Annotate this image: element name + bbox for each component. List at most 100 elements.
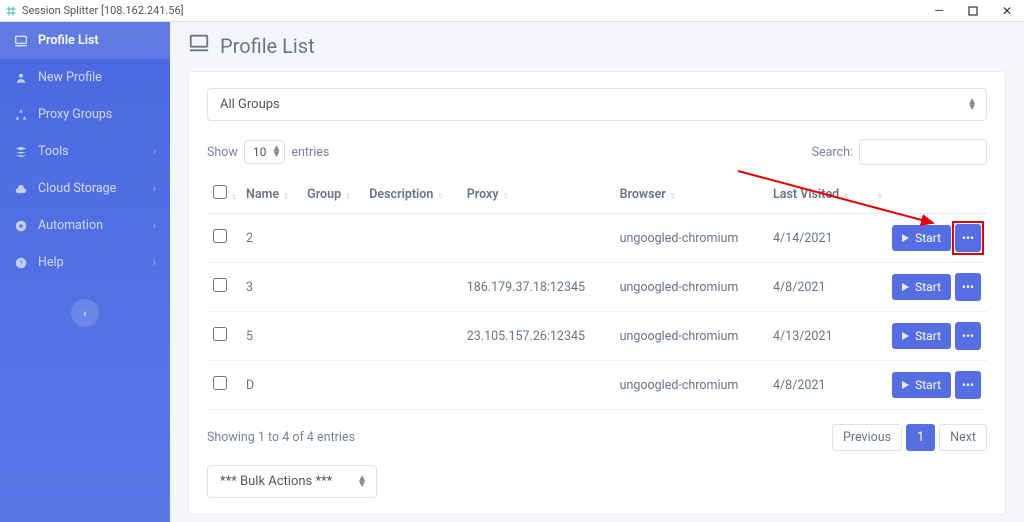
search-label: Search:: [812, 145, 853, 160]
sort-icon[interactable]: ↑↓: [231, 192, 234, 202]
sidebar-icon: [14, 145, 28, 159]
sidebar-item-profile-list[interactable]: Profile List: [0, 22, 170, 59]
sidebar-item-label: New Profile: [38, 70, 102, 85]
window-maximize-button[interactable]: [956, 0, 990, 22]
sort-icon[interactable]: ↑↓: [283, 191, 286, 201]
prev-button[interactable]: Previous: [832, 424, 902, 451]
table-row: 2 ungoogled-chromium4/14/2021 Start•••: [207, 214, 987, 263]
sidebar-icon: [14, 34, 28, 48]
cell-description: [363, 312, 460, 361]
sidebar-item-label: Help: [38, 255, 64, 270]
row-checkbox[interactable]: [213, 229, 227, 243]
cell-name: 2: [240, 214, 301, 263]
svg-text:?: ?: [19, 258, 23, 267]
sidebar-item-cloud-storage[interactable]: Cloud Storage›: [0, 170, 170, 207]
cell-group: [301, 263, 363, 312]
group-filter-value[interactable]: All Groups: [207, 88, 987, 121]
start-button[interactable]: Start: [892, 274, 951, 300]
next-button[interactable]: Next: [939, 424, 987, 451]
col-actions[interactable]: ↑↓: [867, 175, 987, 214]
window-minimize-button[interactable]: —: [922, 0, 956, 22]
sort-icon[interactable]: ↑↓: [670, 191, 673, 201]
page-1-button[interactable]: 1: [906, 424, 935, 451]
sort-icon[interactable]: ↑↓: [437, 191, 440, 201]
cell-name: D: [240, 361, 301, 410]
sidebar-collapse-button[interactable]: ‹: [71, 299, 99, 327]
sidebar-item-label: Tools: [38, 144, 69, 159]
row-checkbox[interactable]: [213, 376, 227, 390]
start-label: Start: [915, 378, 941, 392]
cell-browser: ungoogled-chromium: [614, 263, 767, 312]
table-row: 5 23.105.157.26:12345ungoogled-chromium4/…: [207, 312, 987, 361]
entries-select[interactable]: 10: [244, 140, 286, 164]
sidebar: Profile List New Profile Proxy Groups Tools…: [0, 22, 170, 522]
row-checkbox[interactable]: [213, 278, 227, 292]
col-description[interactable]: Description↑↓: [363, 175, 460, 214]
start-button[interactable]: Start: [892, 323, 951, 349]
bulk-actions-select[interactable]: *** Bulk Actions ***: [207, 465, 377, 498]
table-info: Showing 1 to 4 of 4 entries: [207, 430, 355, 445]
sidebar-icon: ?: [14, 256, 28, 270]
ellipsis-icon: •••: [962, 280, 974, 294]
page-title: Profile List: [188, 32, 1006, 59]
sidebar-item-proxy-groups[interactable]: Proxy Groups: [0, 96, 170, 133]
cell-proxy: [461, 214, 614, 263]
col-browser[interactable]: Browser↑↓: [614, 175, 767, 214]
sidebar-icon: [14, 182, 28, 196]
sidebar-item-label: Automation: [38, 218, 103, 233]
sidebar-icon: [14, 219, 28, 233]
sort-icon[interactable]: ↑↓: [345, 191, 348, 201]
window-titlebar: Session Splitter [108.162.241.56] — ✕: [0, 0, 1024, 22]
cell-last-visited: 4/14/2021: [767, 214, 867, 263]
chevron-right-icon: ›: [153, 145, 156, 158]
play-icon: [902, 234, 909, 242]
main-content: Profile List All Groups ▲▼ Show 10 ▲▼ en…: [170, 22, 1024, 522]
more-button[interactable]: •••: [955, 224, 981, 252]
col-last-visited[interactable]: Last Visited↑↓: [767, 175, 867, 214]
sidebar-item-tools[interactable]: Tools ›: [0, 133, 170, 170]
window-title: Session Splitter [108.162.241.56]: [22, 4, 184, 17]
select-all-checkbox[interactable]: [213, 185, 227, 199]
sidebar-item-new-profile[interactable]: New Profile: [0, 59, 170, 96]
col-group[interactable]: Group↑↓: [301, 175, 363, 214]
cell-proxy: 23.105.157.26:12345: [461, 312, 614, 361]
cell-last-visited: 4/13/2021: [767, 312, 867, 361]
chevron-right-icon: ›: [153, 256, 156, 269]
more-button[interactable]: •••: [955, 371, 981, 399]
col-name[interactable]: Name↑↓: [240, 175, 301, 214]
sort-icon[interactable]: ↑↓: [843, 191, 846, 201]
more-button[interactable]: •••: [955, 273, 981, 301]
cell-description: [363, 263, 460, 312]
play-icon: [902, 283, 909, 291]
cell-proxy: 186.179.37.18:12345: [461, 263, 614, 312]
more-button[interactable]: •••: [955, 322, 981, 350]
search-input[interactable]: [859, 139, 987, 165]
row-checkbox[interactable]: [213, 327, 227, 341]
cell-name: 3: [240, 263, 301, 312]
profile-table: ↑↓ Name↑↓ Group↑↓ Description↑↓ Proxy↑↓ …: [207, 175, 987, 410]
sidebar-icon: [14, 108, 28, 122]
sidebar-item-help[interactable]: ? Help ›: [0, 244, 170, 281]
start-label: Start: [915, 329, 941, 343]
sort-icon[interactable]: ↑↓: [503, 191, 506, 201]
ellipsis-icon: •••: [962, 329, 974, 343]
cell-name: 5: [240, 312, 301, 361]
cell-proxy: [461, 361, 614, 410]
cell-browser: ungoogled-chromium: [614, 361, 767, 410]
table-row: Dungoogled-chromium4/8/2021Start•••: [207, 361, 987, 410]
entries-label: entries: [291, 145, 329, 160]
window-close-button[interactable]: ✕: [990, 0, 1024, 22]
sort-icon[interactable]: ↑↓: [877, 191, 880, 201]
profile-card: All Groups ▲▼ Show 10 ▲▼ entries Search:: [188, 71, 1006, 515]
play-icon: [902, 381, 909, 389]
cell-browser: ungoogled-chromium: [614, 214, 767, 263]
cell-group: [301, 214, 363, 263]
start-button[interactable]: Start: [892, 225, 951, 251]
group-filter[interactable]: All Groups ▲▼: [207, 88, 987, 121]
sidebar-item-automation[interactable]: Automation›: [0, 207, 170, 244]
col-proxy[interactable]: Proxy↑↓: [461, 175, 614, 214]
cell-browser: ungoogled-chromium: [614, 312, 767, 361]
start-button[interactable]: Start: [892, 372, 951, 398]
sidebar-item-label: Proxy Groups: [38, 107, 112, 122]
cell-group: [301, 361, 363, 410]
